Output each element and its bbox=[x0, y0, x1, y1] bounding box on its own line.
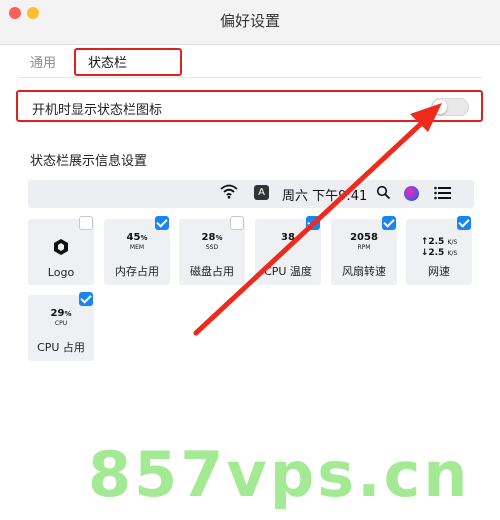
watermark: 857vps.cn bbox=[88, 438, 471, 511]
